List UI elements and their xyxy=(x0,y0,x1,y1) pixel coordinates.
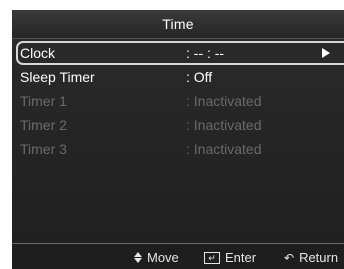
navigation-hint-bar: Move ↵ Enter ↶ Return xyxy=(12,243,344,269)
move-label: Move xyxy=(147,250,179,265)
menu-item-value: : Off xyxy=(186,69,213,85)
menu-item-label: Timer 3 xyxy=(20,141,67,157)
menu-item-value: : Inactivated xyxy=(186,117,262,133)
menu-item-value: : -- : -- xyxy=(186,45,225,61)
menu-item-label: Timer 1 xyxy=(20,93,67,109)
menu-item-label: Sleep Timer xyxy=(20,69,95,85)
menu-item-label: Timer 2 xyxy=(20,117,67,133)
enter-label: Enter xyxy=(225,250,257,265)
menu-item-value: : Inactivated xyxy=(186,141,262,157)
menu-item-value: : Inactivated xyxy=(186,93,262,109)
return-label: Return xyxy=(299,250,339,265)
return-hint: ↶ Return xyxy=(284,250,338,265)
up-down-arrows-icon xyxy=(133,252,142,263)
menu-item-timer-2: Timer 2 : Inactivated xyxy=(16,113,344,137)
menu-item-clock[interactable]: Clock : -- : -- xyxy=(16,41,344,65)
menu-item-timer-3: Timer 3 : Inactivated xyxy=(16,137,344,161)
return-arrow-icon: ↶ xyxy=(284,250,295,265)
move-hint: Move xyxy=(133,250,179,265)
menu-title: Time xyxy=(162,16,194,32)
tv-menu-screen: Time Clock : -- : -- Sleep Timer : Off T… xyxy=(12,10,344,269)
enter-key-icon: ↵ xyxy=(204,251,220,264)
menu-item-timer-1: Timer 1 : Inactivated xyxy=(16,89,344,113)
menu-item-sleep-timer[interactable]: Sleep Timer : Off xyxy=(16,65,344,89)
title-bar: Time xyxy=(12,10,344,39)
right-triangle-icon xyxy=(322,48,330,58)
menu-item-label: Clock xyxy=(20,45,56,61)
time-menu-list: Clock : -- : -- Sleep Timer : Off Timer … xyxy=(16,41,344,161)
enter-hint: ↵ Enter xyxy=(204,250,256,265)
